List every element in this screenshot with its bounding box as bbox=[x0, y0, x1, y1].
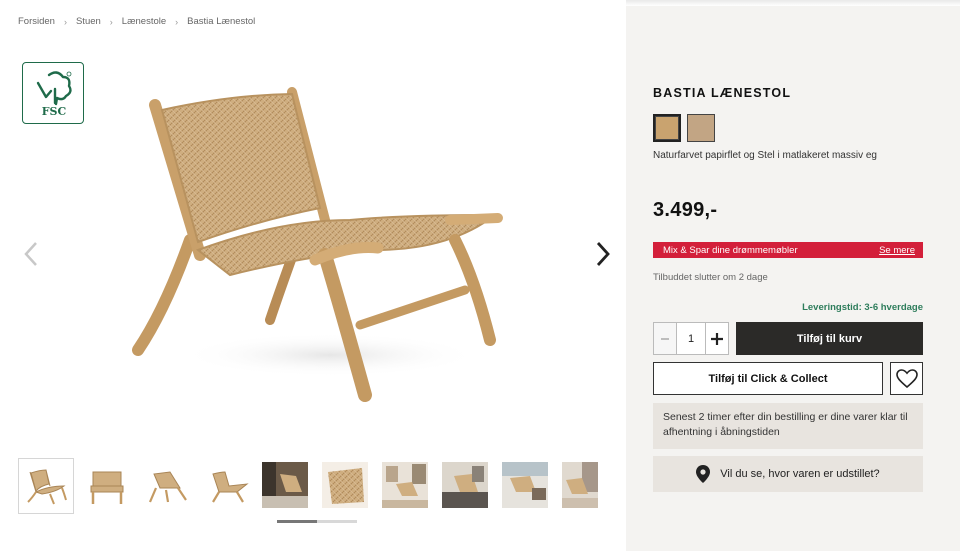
thumbnail-strip bbox=[18, 458, 598, 514]
thumbnail-7[interactable] bbox=[382, 462, 428, 508]
promo-more-link[interactable]: Se mere bbox=[879, 245, 915, 256]
product-info-panel: BASTIA LÆNESTOL Naturfarvet papirflet og… bbox=[626, 6, 960, 551]
chevron-right-icon bbox=[596, 242, 610, 266]
fsc-badge: FSC bbox=[22, 62, 84, 124]
fsc-text: FSC bbox=[42, 105, 67, 118]
thumbnail-2[interactable] bbox=[79, 458, 135, 514]
delivery-time: Leveringstid: 3-6 hverdage bbox=[802, 302, 923, 313]
promo-banner: Mix & Spar dine drømmemøbler Se mere bbox=[653, 242, 923, 258]
thumbnail-6[interactable] bbox=[322, 462, 368, 508]
thumbnail-5[interactable] bbox=[262, 462, 308, 508]
quantity-stepper bbox=[653, 322, 729, 355]
breadcrumb-link-home[interactable]: Forsiden bbox=[18, 16, 55, 27]
pickup-info-box: Senest 2 timer efter din bestilling er d… bbox=[653, 403, 923, 449]
minus-icon bbox=[661, 337, 669, 340]
thumbnail-9[interactable] bbox=[502, 462, 548, 508]
thumbnail-3[interactable] bbox=[140, 458, 196, 514]
swatch-natural-selected[interactable] bbox=[653, 114, 681, 142]
promo-text: Mix & Spar dine drømmemøbler bbox=[663, 244, 798, 256]
swatch-alternative[interactable] bbox=[687, 114, 715, 142]
breadcrumb: Forsiden › Stuen › Lænestole › Bastia Læ… bbox=[18, 16, 255, 27]
breadcrumb-link-stuen[interactable]: Stuen bbox=[76, 16, 101, 27]
showroom-label: Vil du se, hvor varen er udstillet? bbox=[720, 468, 880, 480]
wishlist-button[interactable] bbox=[890, 362, 923, 395]
click-collect-button[interactable]: Tilføj til Click & Collect bbox=[653, 362, 883, 395]
variant-description: Naturfarvet papirflet og Stel i matlaker… bbox=[653, 150, 877, 161]
thumbnail-4[interactable] bbox=[201, 458, 257, 514]
breadcrumb-current: Bastia Lænestol bbox=[187, 16, 256, 27]
product-type: LÆNESTOL bbox=[710, 86, 792, 100]
product-price: 3.499,- bbox=[653, 199, 718, 221]
breadcrumb-separator: › bbox=[109, 16, 113, 27]
product-image[interactable] bbox=[120, 70, 520, 410]
breadcrumb-link-laenestole[interactable]: Lænestole bbox=[122, 16, 166, 27]
breadcrumb-separator: › bbox=[175, 16, 179, 27]
chevron-left-icon bbox=[24, 242, 37, 266]
thumbnail-1[interactable] bbox=[18, 458, 74, 514]
location-pin-icon bbox=[696, 465, 711, 483]
fsc-tree-icon: FSC bbox=[36, 71, 72, 118]
quantity-decrease-button[interactable] bbox=[654, 323, 677, 354]
showroom-locator-button[interactable]: Vil du se, hvor varen er udstillet? bbox=[653, 456, 923, 492]
quantity-increase-button[interactable] bbox=[705, 323, 728, 354]
product-title: BASTIA LÆNESTOL bbox=[653, 86, 791, 100]
plus-icon bbox=[711, 332, 723, 345]
quantity-input[interactable] bbox=[677, 323, 705, 354]
gallery-prev-button[interactable] bbox=[16, 234, 46, 274]
thumbnail-10[interactable] bbox=[562, 462, 598, 508]
heart-icon bbox=[895, 368, 918, 388]
product-gallery: Forsiden › Stuen › Lænestole › Bastia Læ… bbox=[0, 0, 626, 551]
thumbnail-8[interactable] bbox=[442, 462, 488, 508]
breadcrumb-separator: › bbox=[63, 16, 67, 27]
thumbnail-scrollbar-thumb[interactable] bbox=[277, 520, 317, 523]
add-to-cart-button[interactable]: Tilføj til kurv bbox=[736, 322, 923, 355]
gallery-next-button[interactable] bbox=[588, 234, 618, 274]
color-swatches bbox=[653, 114, 715, 142]
product-brand: BASTIA bbox=[653, 86, 707, 100]
offer-countdown: Tilbuddet slutter om 2 dage bbox=[653, 272, 768, 283]
